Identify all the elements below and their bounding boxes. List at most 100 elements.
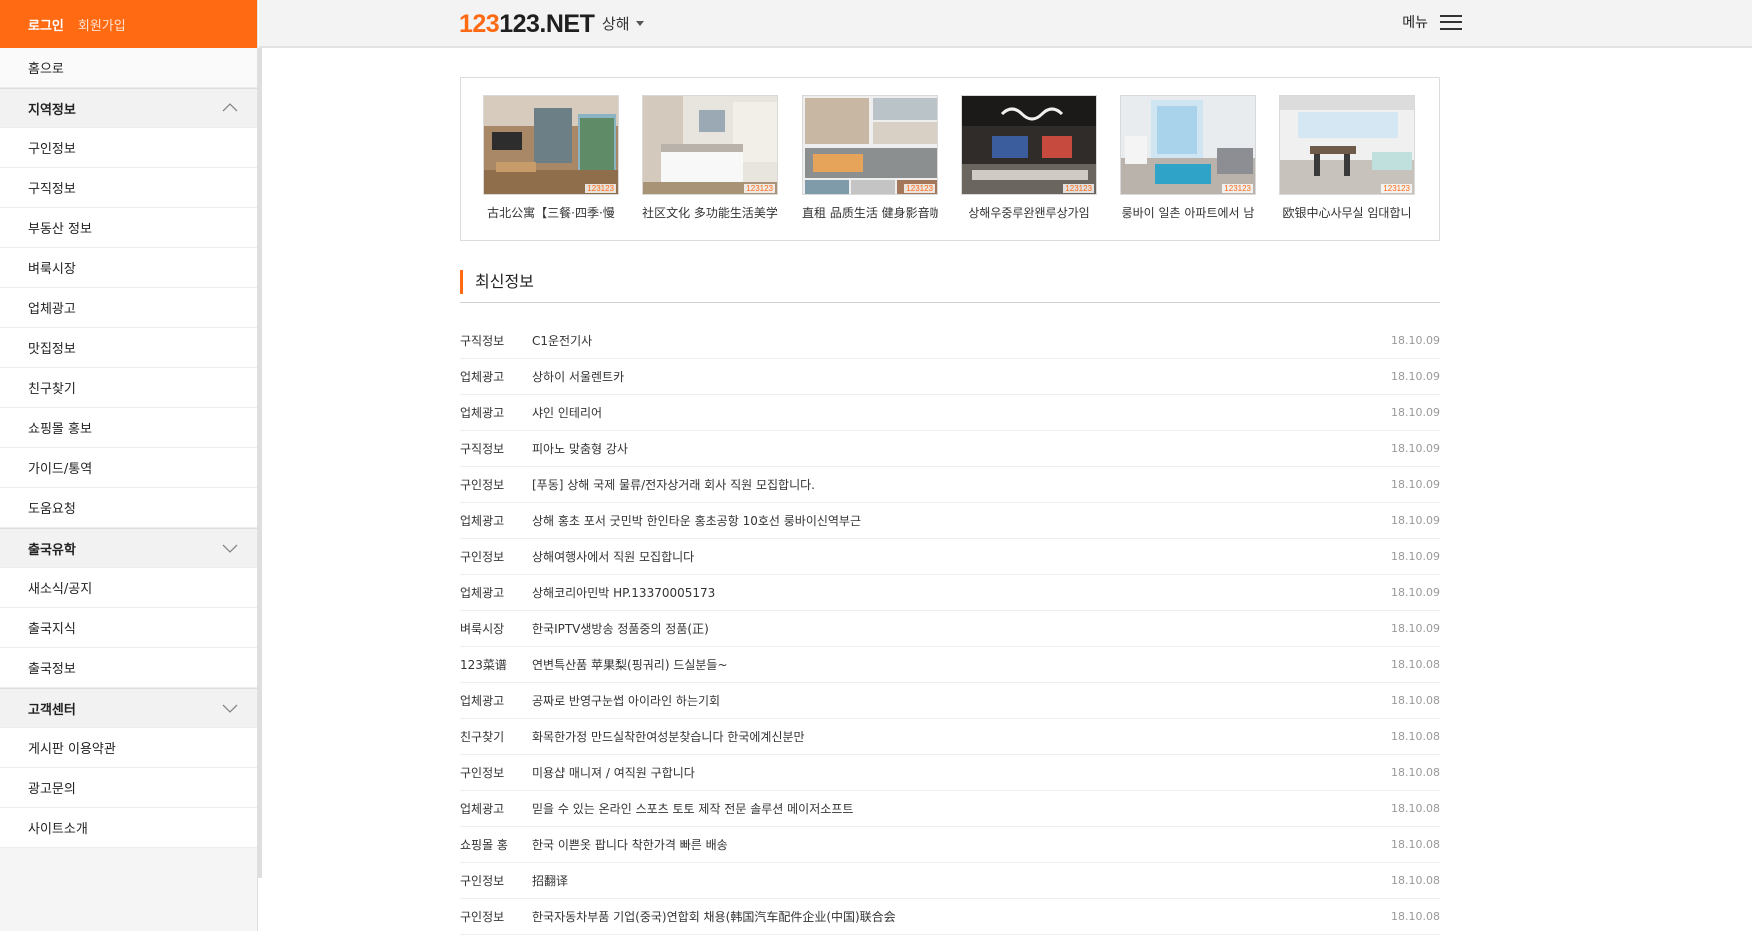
sidebar-item-news[interactable]: 새소식/공지 xyxy=(0,568,257,608)
gallery-item[interactable]: 123123 社区文化 多功能生活美学 xyxy=(642,95,778,221)
sidebar-section-customer-center[interactable]: 고객센터 xyxy=(0,688,257,728)
post-title[interactable]: 상해코리아민박 HP.13370005173 xyxy=(532,584,1380,601)
menu-button[interactable]: 메뉴 xyxy=(1402,12,1462,32)
chevron-down-icon xyxy=(222,544,238,553)
post-title[interactable]: 믿을 수 있는 온라인 스포츠 토토 제작 전문 솔루션 메이저소프트 xyxy=(532,800,1380,817)
caret-down-icon xyxy=(635,21,644,26)
sidebar-item-find-friends[interactable]: 친구찾기 xyxy=(0,368,257,408)
sidebar-item-abroad-knowledge[interactable]: 출국지식 xyxy=(0,608,257,648)
watermark: 123123 xyxy=(1222,184,1253,193)
post-title[interactable]: 화목한가정 만드실착한여성분찾습니다 한국에계신분만 xyxy=(532,728,1380,745)
post-title[interactable]: 공짜로 반영구눈썹 아이라인 하는기회 xyxy=(532,692,1380,709)
list-item[interactable]: 123菜谱 연변특산품 苹果梨(핑궈리) 드실분들~ 18.10.08 xyxy=(460,647,1440,683)
list-item[interactable]: 업체광고 샤인 인테리어 18.10.09 xyxy=(460,395,1440,431)
site-logo[interactable]: 123123.NET xyxy=(459,10,595,39)
post-category: 구인정보 xyxy=(460,910,505,924)
sidebar-item-shopping[interactable]: 쇼핑몰 홍보 xyxy=(0,408,257,448)
post-title[interactable]: 피아노 맞춤형 강사 xyxy=(532,440,1380,457)
sidebar: 로그인 회원가입 홈으로 지역정보 구인정보 구직정보 부동산 정보 벼룩시장 … xyxy=(0,0,258,931)
restaurant-photo xyxy=(962,96,1096,194)
post-category: 업체광고 xyxy=(460,370,505,384)
sidebar-section-local-info[interactable]: 지역정보 xyxy=(0,88,257,128)
signup-link[interactable]: 회원가입 xyxy=(78,15,126,34)
list-item[interactable]: 구인정보 [푸동] 상해 국제 물류/전자상거래 회사 직원 모집합니다. 18.1… xyxy=(460,467,1440,503)
list-item[interactable]: 친구찾기 화목한가정 만드실착한여성분찾습니다 한국에계신분만 18.10.08 xyxy=(460,719,1440,755)
post-category: 쇼핑몰 홍 xyxy=(460,838,508,852)
post-category: 업체광고 xyxy=(460,802,505,816)
sidebar-item-job-offers[interactable]: 구인정보 xyxy=(0,128,257,168)
sidebar-item-about[interactable]: 사이트소개 xyxy=(0,808,257,848)
gallery-caption: 直租 品质生活 健身影音咖 xyxy=(802,206,938,220)
gallery-caption: 社区文化 多功能生活美学 xyxy=(642,206,778,220)
sidebar-item-home[interactable]: 홈으로 xyxy=(0,48,257,88)
chevron-up-icon xyxy=(222,103,238,112)
list-item[interactable]: 구직정보 피아노 맞춤형 강사 18.10.09 xyxy=(460,431,1440,467)
post-title[interactable]: 상해 홍초 포서 굿민박 한인타운 홍초공항 10호선 룽바이신역부근 xyxy=(532,512,1380,529)
post-category: 업체광고 xyxy=(460,586,505,600)
sidebar-item-flea-market[interactable]: 벼룩시장 xyxy=(0,248,257,288)
gallery-thumbnail: 123123 xyxy=(802,95,938,195)
region-label: 상해 xyxy=(602,15,630,33)
post-title[interactable]: [푸동] 상해 국제 물류/전자상거래 회사 직원 모집합니다. xyxy=(532,476,1380,493)
sidebar-item-terms[interactable]: 게시판 이용약관 xyxy=(0,728,257,768)
post-title[interactable]: 상해여행사에서 직원 모집합니다 xyxy=(532,548,1380,565)
post-title[interactable]: 미용샵 매니져 / 여직원 구합니다 xyxy=(532,764,1380,781)
sidebar-item-restaurants[interactable]: 맛집정보 xyxy=(0,328,257,368)
post-title[interactable]: 招翻译 xyxy=(532,872,1380,889)
chevron-down-icon xyxy=(222,704,238,713)
watermark: 123123 xyxy=(1381,184,1412,193)
post-title[interactable]: 한국자동차부품 기업(중국)연합회 채용(韩国汽车配件企业(中国)联合会 xyxy=(532,908,1380,925)
list-item[interactable]: 벼룩시장 한국IPTV생방송 정품중의 정품(正) 18.10.09 xyxy=(460,611,1440,647)
list-item[interactable]: 쇼핑몰 홍 한국 이쁜옷 팝니다 착한가격 빠른 배송 18.10.08 xyxy=(460,827,1440,863)
gallery-caption: 룽바이 일촌 아파트에서 남 xyxy=(1121,206,1255,220)
watermark: 123123 xyxy=(904,184,935,193)
list-item[interactable]: 업체광고 상하이 서울렌트카 18.10.09 xyxy=(460,359,1440,395)
post-title[interactable]: 상하이 서울렌트카 xyxy=(532,368,1380,385)
watermark: 123123 xyxy=(744,184,775,193)
gallery-item[interactable]: 123123 상해우중루완왠루상가임 xyxy=(961,95,1097,221)
post-title[interactable]: 한국IPTV생방송 정품중의 정품(正) xyxy=(532,620,1380,637)
gallery-caption: 상해우중루완왠루상가임 xyxy=(968,206,1090,220)
post-title[interactable]: 샤인 인테리어 xyxy=(532,404,1380,421)
post-date: 18.10.09 xyxy=(1391,550,1440,563)
post-title[interactable]: 한국 이쁜옷 팝니다 착한가격 빠른 배송 xyxy=(532,836,1380,853)
post-date: 18.10.08 xyxy=(1391,766,1440,779)
gallery-thumbnail: 123123 xyxy=(483,95,619,195)
sidebar-item-ad-inquiry[interactable]: 광고문의 xyxy=(0,768,257,808)
list-item[interactable]: 업체광고 공짜로 반영구눈썹 아이라인 하는기회 18.10.08 xyxy=(460,683,1440,719)
gallery-item[interactable]: 123123 古北公寓【三餐·四季·慢 xyxy=(483,95,619,221)
sidebar-item-business-ads[interactable]: 업체광고 xyxy=(0,288,257,328)
sidebar-section-study-abroad[interactable]: 출국유학 xyxy=(0,528,257,568)
list-item[interactable]: 구인정보 한국자동차부품 기업(중국)연합회 채용(韩国汽车配件企业(中国)联合会… xyxy=(460,899,1440,935)
list-item[interactable]: 업체광고 상해코리아민박 HP.13370005173 18.10.09 xyxy=(460,575,1440,611)
latest-posts-list: 구직정보 C1운전기사 18.10.09 업체광고 상하이 서울렌트카 18.10.09… xyxy=(460,323,1440,935)
sidebar-item-real-estate[interactable]: 부동산 정보 xyxy=(0,208,257,248)
post-date: 18.10.08 xyxy=(1391,694,1440,707)
post-date: 18.10.09 xyxy=(1391,442,1440,455)
list-item[interactable]: 구인정보 招翻译 18.10.08 xyxy=(460,863,1440,899)
gallery-item[interactable]: 123123 룽바이 일촌 아파트에서 남 xyxy=(1120,95,1256,221)
sidebar-item-help-request[interactable]: 도움요청 xyxy=(0,488,257,528)
gallery-item[interactable]: 123123 直租 品质生活 健身影音咖 xyxy=(802,95,938,221)
section-label: 지역정보 xyxy=(28,102,76,118)
post-date: 18.10.08 xyxy=(1391,910,1440,923)
region-selector[interactable]: 상해 xyxy=(602,13,644,34)
list-item[interactable]: 구직정보 C1운전기사 18.10.09 xyxy=(460,323,1440,359)
list-item[interactable]: 업체광고 믿을 수 있는 온라인 스포츠 토토 제작 전문 솔루션 메이저소프트 1… xyxy=(460,791,1440,827)
divider xyxy=(460,302,1440,303)
post-title[interactable]: 연변특산품 苹果梨(핑궈리) 드실분들~ xyxy=(532,656,1380,673)
hamburger-icon xyxy=(1440,14,1462,30)
sidebar-item-guide[interactable]: 가이드/통역 xyxy=(0,448,257,488)
sidebar-scrollbar[interactable] xyxy=(258,48,262,878)
sidebar-item-abroad-info[interactable]: 출국정보 xyxy=(0,648,257,688)
list-item[interactable]: 구인정보 미용샵 매니져 / 여직원 구합니다 18.10.08 xyxy=(460,755,1440,791)
login-link[interactable]: 로그인 xyxy=(28,15,64,34)
list-item[interactable]: 구인정보 상해여행사에서 직원 모집합니다 18.10.09 xyxy=(460,539,1440,575)
post-date: 18.10.09 xyxy=(1391,622,1440,635)
gallery-item[interactable]: 123123 欧银中心사무실 임대합니 xyxy=(1279,95,1415,221)
gallery-caption: 古北公寓【三餐·四季·慢 xyxy=(487,206,615,220)
post-title[interactable]: C1운전기사 xyxy=(532,332,1380,349)
list-item[interactable]: 업체광고 상해 홍초 포서 굿민박 한인타운 홍초공항 10호선 룽바이신역부근 1… xyxy=(460,503,1440,539)
sidebar-item-job-seekers[interactable]: 구직정보 xyxy=(0,168,257,208)
post-category: 구인정보 xyxy=(460,874,505,888)
